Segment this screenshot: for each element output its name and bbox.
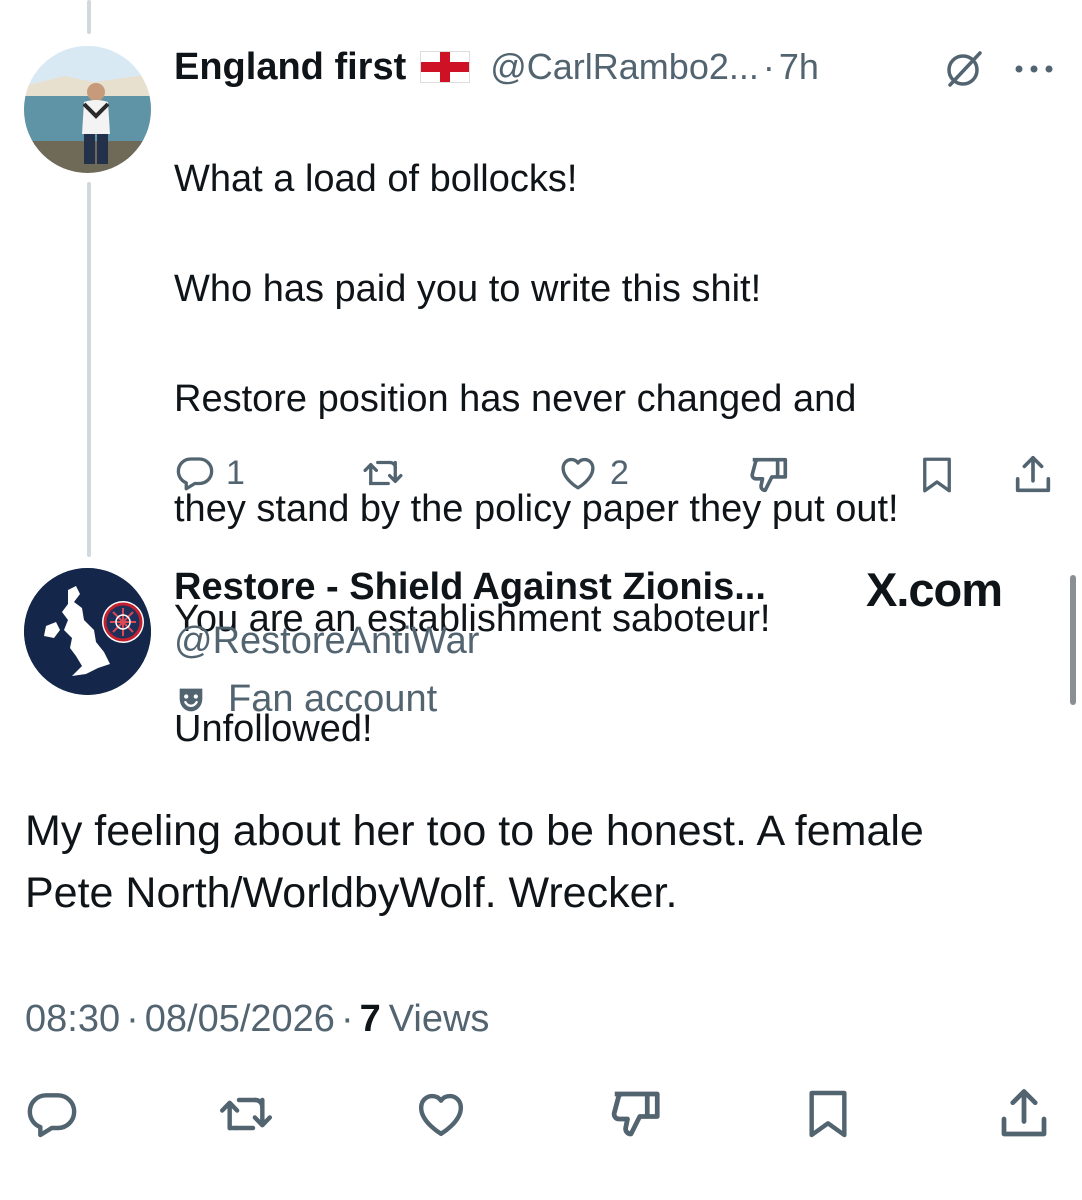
reply-share-button[interactable] (1010, 452, 1056, 498)
england-flag-icon (420, 51, 471, 83)
main-tweet-text: My feeling about her too to be honest. A… (25, 800, 1065, 924)
main-retweet-button[interactable] (214, 1086, 278, 1142)
retweet-icon (363, 460, 403, 486)
retweet-icon (219, 1097, 273, 1131)
fan-account-row[interactable]: Fan account (174, 678, 437, 721)
reply-retweet-button[interactable] (360, 452, 406, 494)
reply-dislike-button[interactable] (746, 452, 792, 498)
uk-map-logo-icon (24, 568, 151, 695)
share-icon (1001, 1089, 1047, 1137)
bookmark-icon (923, 457, 951, 493)
main-reply-button[interactable] (24, 1086, 80, 1142)
main-author-name[interactable]: Restore - Shield Against Zionis... (174, 566, 766, 609)
thumbs-down-icon (750, 457, 788, 493)
reply-like-button[interactable]: 2 (556, 452, 629, 494)
views-count: 7 (359, 998, 381, 1040)
main-text-line: Pete North/WorldbyWolf. Wrecker. (25, 869, 678, 917)
reply-author-name[interactable]: England first (174, 46, 406, 89)
main-avatar[interactable] (24, 568, 151, 695)
meta-dot: · (340, 998, 354, 1040)
fan-account-label: Fan account (228, 678, 438, 720)
reply-count: 1 (226, 453, 245, 492)
thread-line-top (87, 0, 91, 34)
comment-icon (27, 1093, 77, 1138)
reply-line: What a load of bollocks! (174, 158, 578, 200)
grok-icon[interactable] (942, 47, 986, 96)
bookmark-icon (809, 1090, 847, 1138)
reply-time[interactable]: 7h (779, 46, 819, 88)
avatar-photo (24, 46, 151, 173)
thumbs-down-icon (611, 1091, 660, 1137)
reply-handle[interactable]: @CarlRambo2... (490, 46, 759, 88)
share-icon (1015, 455, 1051, 493)
more-options-icon[interactable] (1014, 62, 1054, 80)
main-dislike-button[interactable] (606, 1084, 666, 1144)
main-share-button[interactable] (994, 1084, 1054, 1144)
main-bookmark-button[interactable] (800, 1084, 856, 1144)
scrollbar[interactable] (1070, 575, 1076, 705)
tweet-meta: 08:30 · 08/05/2026 · 7 Views (25, 998, 489, 1041)
main-handle[interactable]: @RestoreAntiWar (174, 620, 479, 663)
heart-icon (418, 1093, 464, 1137)
main-like-button[interactable] (412, 1086, 470, 1142)
thread-line (87, 182, 91, 557)
reply-line: Who has paid you to write this shit! (174, 268, 762, 310)
comment-icon (176, 457, 214, 491)
reply-line: Restore position has never changed and (174, 378, 857, 420)
like-count: 2 (610, 453, 629, 492)
reply-bookmark-button[interactable] (916, 452, 958, 498)
heart-icon (561, 457, 595, 490)
reply-separator: · (762, 46, 775, 87)
views-label: Views (388, 998, 490, 1040)
main-text-line: My feeling about her too to be honest. A… (25, 807, 924, 855)
tweet-time[interactable]: 08:30 (25, 998, 120, 1041)
reply-reply-button[interactable]: 1 (174, 452, 245, 494)
theater-mask-icon (179, 688, 203, 711)
reply-header: England first @CarlRambo2... · 7h (174, 42, 819, 92)
reply-avatar[interactable] (24, 46, 151, 173)
meta-dot: · (126, 998, 139, 1040)
xcom-watermark: X.com (866, 563, 1003, 616)
tweet-date[interactable]: 08/05/2026 (145, 998, 335, 1041)
